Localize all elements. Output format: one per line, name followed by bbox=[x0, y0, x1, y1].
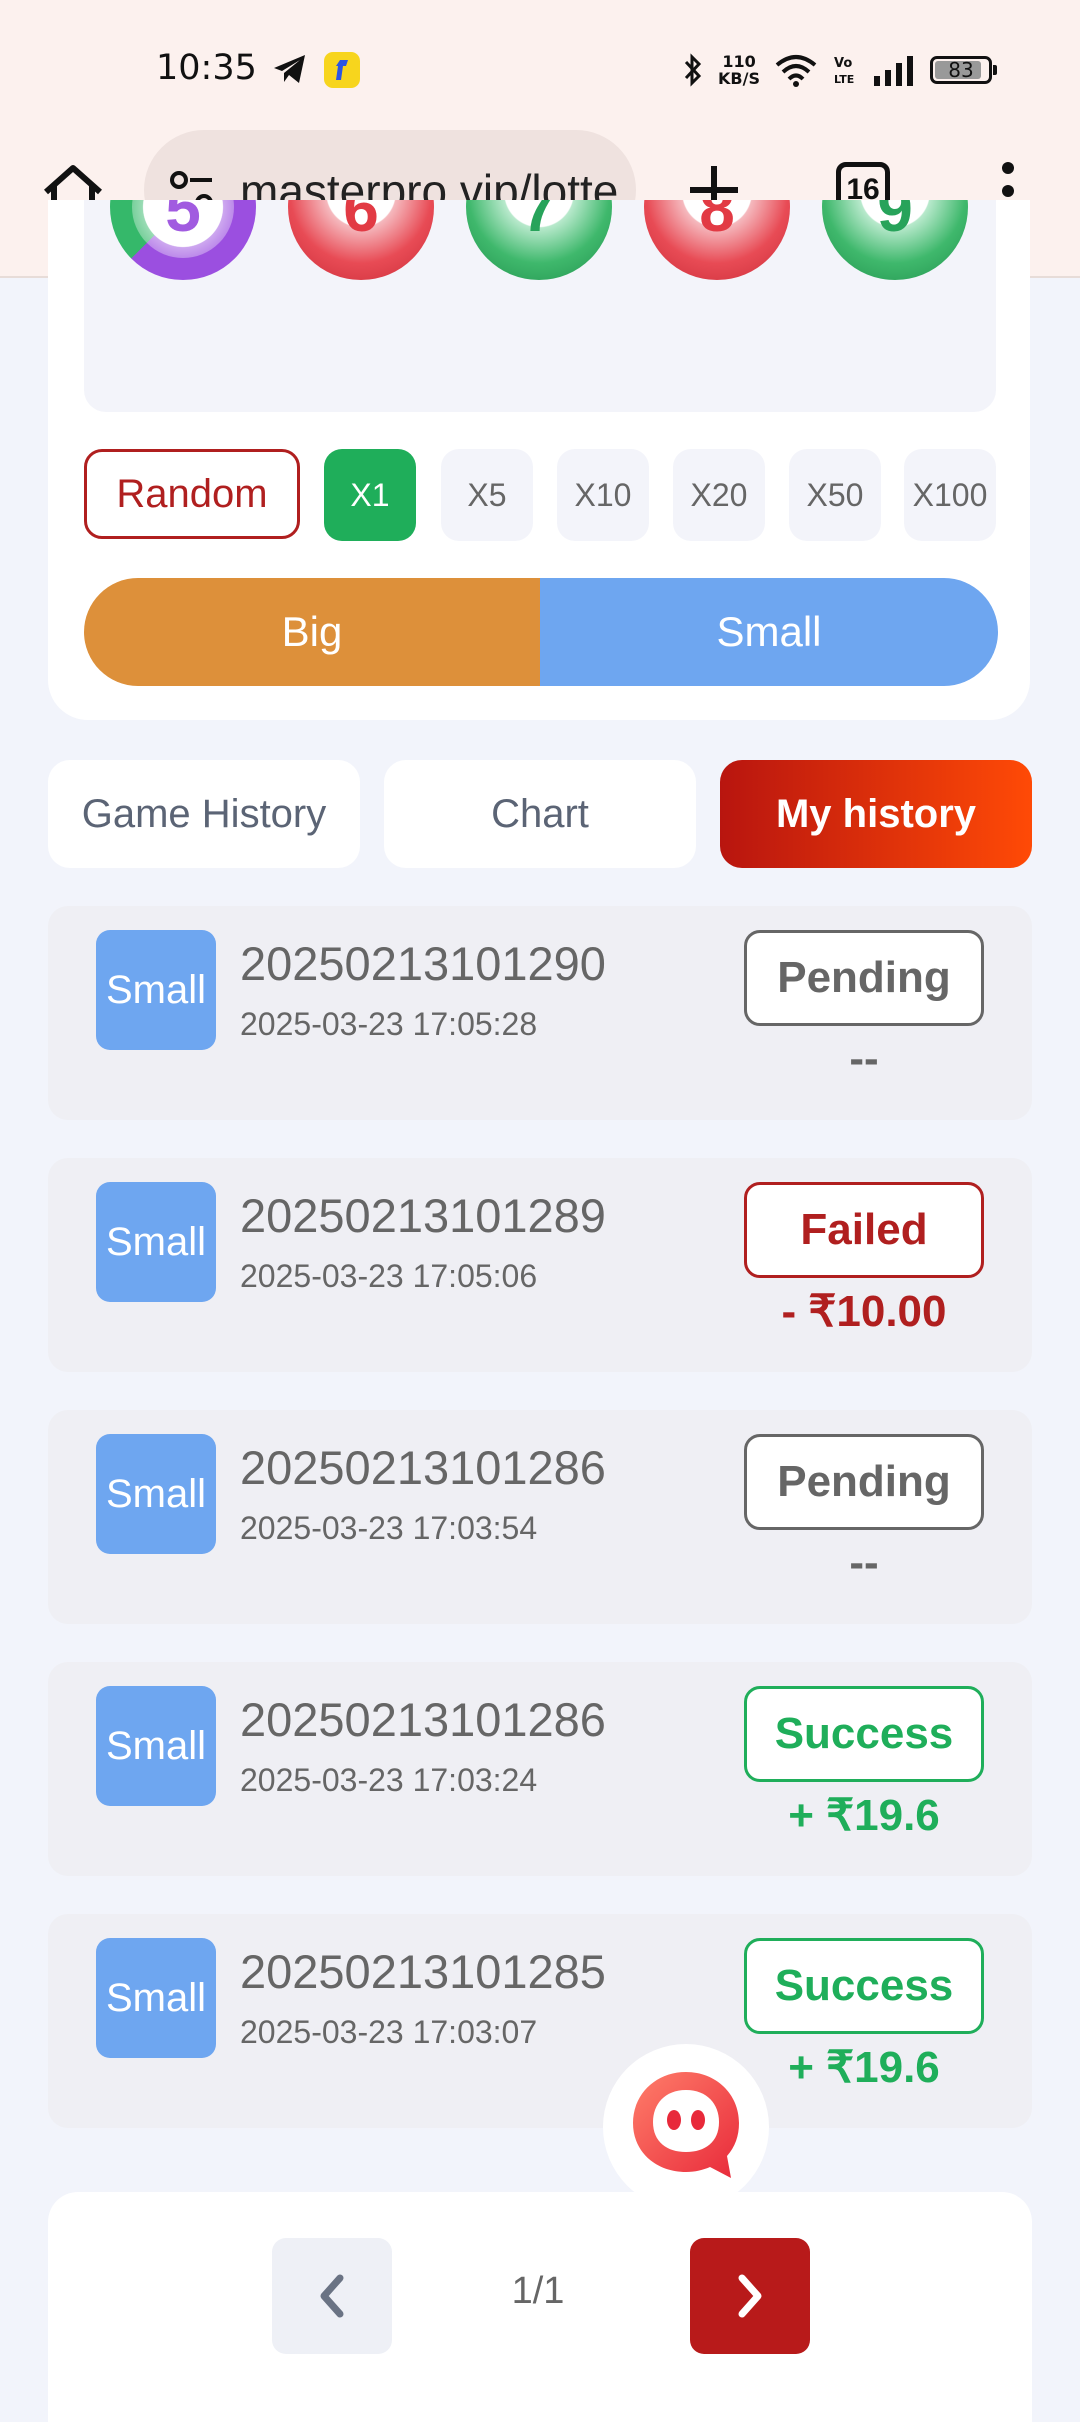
result-amount: -- bbox=[849, 1034, 879, 1083]
flipkart-icon bbox=[324, 52, 360, 88]
bet-timestamp: 2025-03-23 17:05:06 bbox=[240, 1258, 538, 1294]
multiplier-x10[interactable]: X10 bbox=[557, 449, 649, 541]
small-button[interactable]: Small bbox=[540, 578, 998, 686]
bet-timestamp: 2025-03-23 17:03:07 bbox=[240, 2014, 538, 2050]
ball-number: 8 bbox=[699, 200, 735, 245]
big-small-toggle: Big Small bbox=[84, 578, 998, 686]
multiplier-x1[interactable]: X1 bbox=[324, 449, 416, 541]
chat-bubble-icon bbox=[633, 2072, 739, 2178]
period-number: 20250213101286 bbox=[240, 1441, 606, 1494]
tab-my-history[interactable]: My history bbox=[720, 760, 1032, 868]
result-amount: + ₹19.6 bbox=[788, 1791, 940, 1840]
telegram-icon bbox=[274, 55, 305, 83]
bet-type-badge: Small bbox=[96, 930, 216, 1050]
status-icons: 110 KB/S Vo LTE 83 bbox=[682, 50, 997, 90]
ball-5[interactable]: 5 bbox=[110, 200, 256, 280]
bet-timestamp: 2025-03-23 17:05:28 bbox=[240, 1006, 538, 1042]
chevron-right-icon bbox=[738, 2274, 762, 2318]
history-row[interactable]: Small 20250213101286 2025-03-23 17:03:54… bbox=[48, 1410, 1032, 1624]
tab-chart[interactable]: Chart bbox=[384, 760, 696, 868]
multiplier-x50[interactable]: X50 bbox=[789, 449, 881, 541]
period-number: 20250213101290 bbox=[240, 937, 606, 990]
svg-text:LTE: LTE bbox=[834, 73, 854, 86]
chat-support-button[interactable] bbox=[603, 2044, 769, 2210]
status-badge: Success bbox=[744, 1686, 984, 1782]
history-row[interactable]: Small 20250213101289 2025-03-23 17:05:06… bbox=[48, 1158, 1032, 1372]
signal-icon bbox=[874, 56, 913, 86]
status-badge: Pending bbox=[744, 930, 984, 1026]
period-number: 20250213101286 bbox=[240, 1693, 606, 1746]
bet-type-badge: Small bbox=[96, 1938, 216, 2058]
big-button[interactable]: Big bbox=[84, 578, 540, 686]
clock: 10:35 bbox=[156, 48, 257, 88]
next-page-button[interactable] bbox=[690, 2238, 810, 2354]
battery-level: 83 bbox=[948, 58, 974, 82]
wifi-icon bbox=[775, 55, 817, 87]
history-row[interactable]: Small 20250213101286 2025-03-23 17:03:24… bbox=[48, 1662, 1032, 1876]
random-button[interactable]: Random bbox=[84, 449, 300, 539]
pagination: 1/1 bbox=[48, 2192, 1032, 2422]
ball-9[interactable]: 9 bbox=[822, 200, 968, 280]
bet-type-badge: Small bbox=[96, 1182, 216, 1302]
bet-type-badge: Small bbox=[96, 1686, 216, 1806]
result-amount: -- bbox=[849, 1538, 879, 1587]
svg-text:Vo: Vo bbox=[834, 56, 852, 71]
status-badge: Success bbox=[744, 1938, 984, 2034]
period-number: 20250213101289 bbox=[240, 1189, 606, 1242]
net-speed: 110 KB/S bbox=[718, 53, 760, 87]
chevron-left-icon bbox=[320, 2274, 344, 2318]
tab-game-history[interactable]: Game History bbox=[48, 760, 360, 868]
status-bar: 10:35 110 KB/S Vo LTE 83 bbox=[0, 0, 1080, 130]
ball-number: 7 bbox=[521, 200, 557, 245]
ball-6[interactable]: 6 bbox=[288, 200, 434, 280]
status-badge: Failed bbox=[744, 1182, 984, 1278]
history-row[interactable]: Small 20250213101290 2025-03-23 17:05:28… bbox=[48, 906, 1032, 1120]
net-speed-unit: KB/S bbox=[718, 69, 760, 88]
ball-number: 9 bbox=[877, 200, 913, 245]
multiplier-x5[interactable]: X5 bbox=[441, 449, 533, 541]
result-amount: - ₹10.00 bbox=[781, 1287, 947, 1336]
battery-icon: 83 bbox=[930, 56, 997, 84]
number-balls: 5 6 7 8 9 bbox=[84, 200, 996, 412]
ball-number: 5 bbox=[165, 200, 201, 245]
volte-icon: Vo LTE bbox=[834, 56, 854, 86]
ball-7[interactable]: 7 bbox=[466, 200, 612, 280]
prev-page-button[interactable] bbox=[272, 2238, 392, 2354]
status-badge: Pending bbox=[744, 1434, 984, 1530]
period-number: 20250213101285 bbox=[240, 1945, 606, 1998]
ball-8[interactable]: 8 bbox=[644, 200, 790, 280]
multiplier-x100[interactable]: X100 bbox=[904, 449, 996, 541]
net-speed-value: 110 bbox=[722, 52, 756, 71]
history-row[interactable]: Small 20250213101285 2025-03-23 17:03:07… bbox=[48, 1914, 1032, 2128]
bluetooth-icon bbox=[684, 53, 702, 87]
bet-timestamp: 2025-03-23 17:03:24 bbox=[240, 1762, 538, 1798]
page-indicator: 1/1 bbox=[511, 2270, 565, 2312]
bet-timestamp: 2025-03-23 17:03:54 bbox=[240, 1510, 538, 1546]
ball-number: 6 bbox=[343, 200, 379, 245]
multiplier-x20[interactable]: X20 bbox=[673, 449, 765, 541]
bet-type-badge: Small bbox=[96, 1434, 216, 1554]
